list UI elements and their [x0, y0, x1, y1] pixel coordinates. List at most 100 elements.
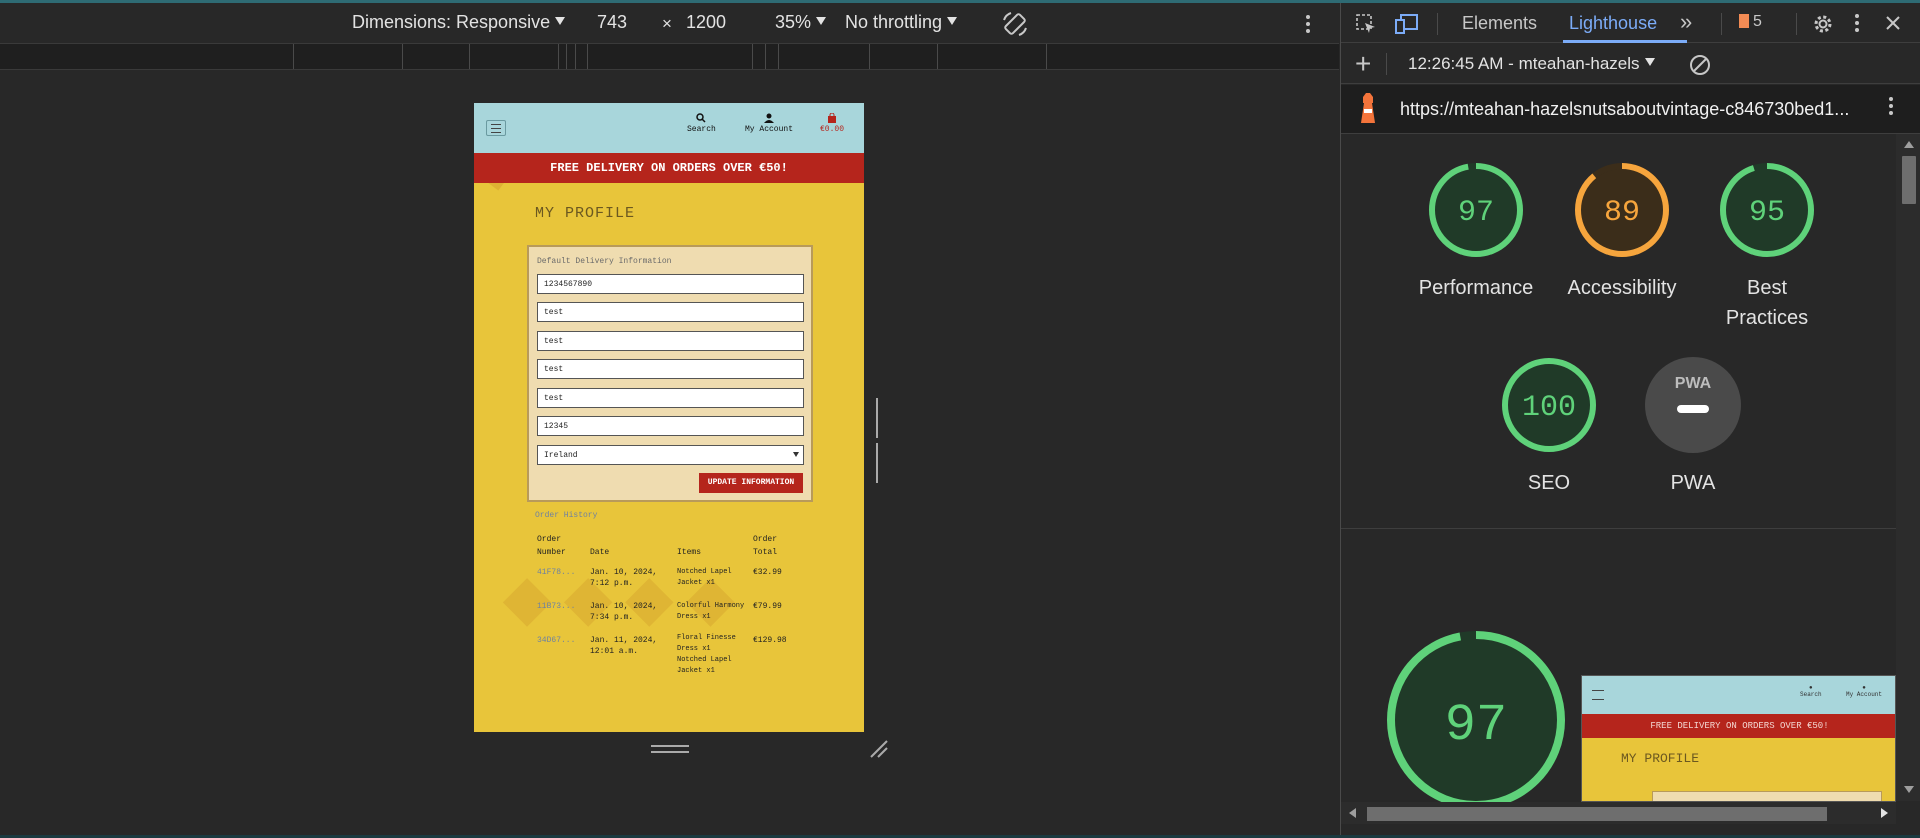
scroll-left-icon[interactable]	[1349, 808, 1356, 818]
hamburger-menu-icon	[1592, 690, 1604, 700]
update-information-button[interactable]: UPDATE INFORMATION	[699, 473, 803, 493]
tab-elements[interactable]: Elements	[1462, 13, 1537, 34]
device-toolbar: Dimensions: Responsive 743 × 1200 35% No…	[0, 3, 1339, 43]
horizontal-scrollbar[interactable]	[1341, 802, 1896, 824]
chevron-down-icon	[947, 17, 958, 25]
scroll-down-icon[interactable]	[1904, 786, 1914, 793]
section-divider	[1341, 528, 1896, 529]
emulated-page: ◆ ◆ ◆ ◆ ◆ ◆ ◆ ◆ ◆ Search My Account €0.0…	[474, 103, 864, 732]
order-items: Colorful Harmony Dress x1	[677, 602, 745, 621]
order-number-link[interactable]: 41F78...	[537, 567, 575, 578]
active-tab-indicator	[1563, 40, 1687, 43]
form-label: Default Delivery Information	[537, 257, 672, 266]
postcode-field[interactable]: 12345	[537, 416, 804, 436]
report-selector[interactable]: 12:26:45 AM - mteahan-hazels	[1408, 54, 1655, 74]
hamburger-menu-icon[interactable]	[486, 120, 506, 136]
order-date: Jan. 10, 2024, 7:12 p.m.	[590, 568, 658, 588]
account-link[interactable]: My Account	[745, 113, 793, 134]
issues-button[interactable]: 5	[1739, 13, 1762, 31]
performance-score: 97	[1458, 196, 1494, 230]
pwa-badge-text: PWA	[1675, 375, 1712, 392]
throttling-label: No throttling	[845, 12, 943, 32]
tab-lighthouse[interactable]: Lighthouse	[1569, 13, 1657, 34]
seo-gauge[interactable]: 100	[1499, 355, 1599, 455]
throttling-dropdown[interactable]: No throttling	[845, 12, 958, 33]
town-field[interactable]: test	[537, 359, 804, 379]
inspect-element-icon[interactable]	[1355, 13, 1377, 35]
report-menu-icon[interactable]	[1889, 97, 1893, 118]
zoom-dropdown[interactable]: 35%	[775, 12, 827, 33]
order-items: Notched Lapel Jacket x1	[677, 568, 732, 587]
thumbnail-title: MY PROFILE	[1621, 751, 1700, 766]
address-line1-field[interactable]: test	[537, 302, 804, 322]
scroll-right-icon[interactable]	[1881, 808, 1888, 818]
pwa-dash-icon	[1677, 405, 1709, 413]
rotate-icon[interactable]	[1001, 10, 1029, 38]
phone-field[interactable]: 1234567890	[537, 274, 804, 294]
performance-large-gauge: 97	[1387, 631, 1565, 809]
search-icon	[696, 113, 706, 123]
accessibility-score: 89	[1604, 196, 1640, 230]
pwa-label: PWA	[1670, 472, 1716, 494]
address-line2-field[interactable]: test	[537, 331, 804, 351]
order-number-link[interactable]: 34D67...	[537, 635, 575, 646]
clear-reports-icon[interactable]	[1689, 54, 1711, 76]
report-label: 12:26:45 AM - mteahan-hazels	[1408, 54, 1640, 73]
vertical-scrollbar[interactable]	[1896, 134, 1920, 801]
viewport-resize-handle-bottom[interactable]	[651, 745, 689, 757]
close-icon[interactable]	[1885, 15, 1901, 31]
viewport-resize-handle-right[interactable]	[876, 398, 884, 488]
header-items: Items	[677, 548, 702, 557]
scrollbar-thumb[interactable]	[1902, 156, 1916, 204]
best-practices-label: Best Practices	[1725, 277, 1809, 329]
issues-count: 5	[1753, 13, 1762, 30]
toolbar-divider	[1796, 13, 1797, 35]
toolbar-divider	[1721, 13, 1722, 35]
chevron-down-icon	[816, 17, 827, 25]
order-number-link[interactable]: 11B73...	[537, 601, 575, 612]
best-practices-gauge[interactable]: 95	[1717, 160, 1817, 260]
lighthouse-toolbar: + 12:26:45 AM - mteahan-hazels	[1341, 44, 1920, 84]
more-options-icon[interactable]	[1306, 15, 1310, 36]
dimensions-label: Dimensions: Responsive	[352, 12, 551, 32]
pwa-badge[interactable]: PWA	[1643, 355, 1743, 455]
order-history-label: Order History	[535, 511, 598, 520]
best-practices-score: 95	[1749, 196, 1785, 230]
devtools-menu-icon[interactable]	[1855, 14, 1859, 35]
horizontal-scrollbar-thumb[interactable]	[1367, 807, 1827, 821]
dimensions-dropdown[interactable]: Dimensions: Responsive	[352, 12, 566, 33]
shopping-bag-icon	[828, 113, 836, 123]
county-field[interactable]: test	[537, 388, 804, 408]
report-url-link[interactable]: https://mteahan-hazelsnutsaboutvintage-c…	[1400, 99, 1849, 120]
order-total: €129.98	[753, 636, 787, 645]
performance-label: Performance	[1418, 277, 1534, 299]
user-icon	[764, 113, 774, 123]
thumbnail-search: ● Search	[1800, 684, 1822, 698]
country-select[interactable]: Ireland	[537, 445, 804, 465]
resize-corner-icon[interactable]	[869, 739, 889, 759]
thumbnail-navbar: ● Search ● My Account	[1582, 676, 1895, 714]
search-link[interactable]: Search	[687, 113, 716, 134]
more-tabs-icon[interactable]: »	[1680, 9, 1692, 35]
performance-gauge[interactable]: 97	[1426, 160, 1526, 260]
delivery-info-form: Default Delivery Information 1234567890 …	[527, 245, 813, 502]
media-query-bar	[0, 43, 1339, 70]
performance-large-score: 97	[1445, 696, 1507, 755]
final-screenshot-thumbnail[interactable]: ● Search ● My Account FREE DELIVERY ON ORD…	[1581, 675, 1896, 802]
site-navbar: Search My Account €0.00	[474, 103, 864, 153]
new-report-plus-icon[interactable]: +	[1355, 48, 1371, 80]
accessibility-gauge[interactable]: 89	[1572, 160, 1672, 260]
issues-icon	[1739, 14, 1749, 28]
scroll-up-icon[interactable]	[1904, 141, 1914, 148]
free-delivery-banner: FREE DELIVERY ON ORDERS OVER €50!	[474, 153, 864, 183]
page-title: MY PROFILE	[535, 205, 636, 222]
country-value: Ireland	[544, 451, 578, 460]
cart-link[interactable]: €0.00	[820, 113, 844, 134]
order-items: Floral Finesse Dress x1 Notched Lapel Jacke…	[677, 634, 736, 675]
device-toggle-icon[interactable]	[1395, 13, 1419, 35]
order-date: Jan. 10, 2024, 7:34 p.m.	[590, 602, 658, 622]
settings-gear-icon[interactable]	[1811, 12, 1835, 36]
width-input[interactable]: 743	[597, 12, 627, 33]
height-input[interactable]: 1200	[686, 12, 726, 33]
report-url-bar: https://mteahan-hazelsnutsaboutvintage-c…	[1341, 85, 1920, 134]
